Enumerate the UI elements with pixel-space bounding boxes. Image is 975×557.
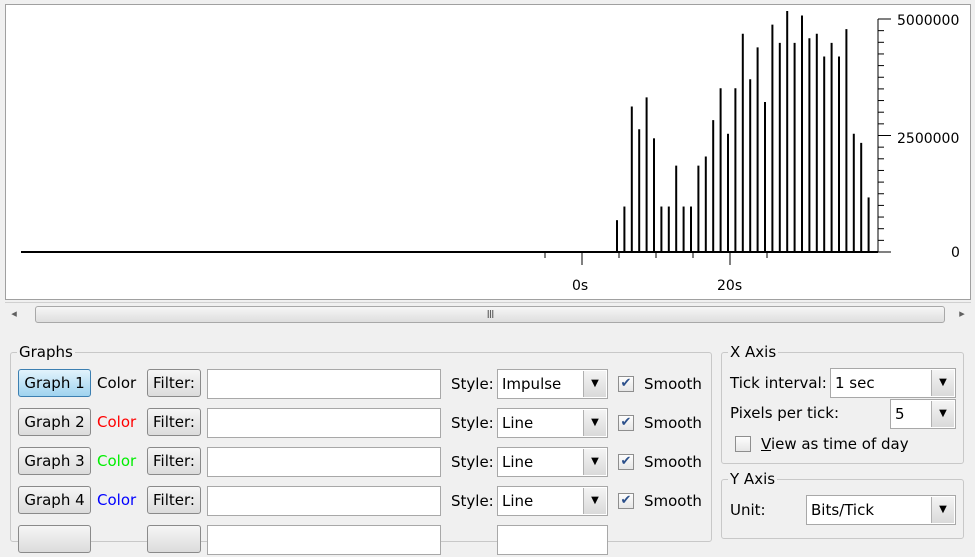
y-axis-ticks [878, 18, 891, 253]
graph-1-filter-input[interactable] [207, 369, 441, 399]
y-tick-label-2500000: 2500000 [897, 131, 959, 147]
graph-4-style-select[interactable]: Line ▼ [497, 486, 608, 516]
graph-2-filter-input[interactable] [207, 408, 441, 438]
x-axis-group-title: X Axis [728, 342, 779, 362]
graph-3-color-label[interactable]: Color [97, 450, 136, 472]
x-tick-label-20s: 20s [717, 278, 742, 294]
graphs-group: Graphs Graph 1 Color Filter: Style: Impu… [10, 342, 712, 555]
graph-2-smooth-checkbox[interactable]: ✔ [618, 415, 634, 431]
graph-1-button[interactable]: Graph 1 [18, 369, 91, 397]
y-axis-group-title: Y Axis [728, 469, 778, 489]
graph-1-smooth-label[interactable]: Smooth [644, 373, 702, 395]
graph-4-smooth-checkbox[interactable]: ✔ [618, 493, 634, 509]
graph-plot-area[interactable]: 5000000 2500000 0 0s 20s [5, 4, 971, 300]
x-axis-group: X Axis Tick interval: 1 sec ▼ Pixels per… [721, 342, 964, 464]
x-tick-label-0s: 0s [572, 278, 588, 294]
graph-4-color-label[interactable]: Color [97, 489, 136, 511]
graph-1-filter-button[interactable]: Filter: [147, 369, 201, 397]
graph-3-filter-input[interactable] [207, 447, 441, 477]
unit-select[interactable]: Bits/Tick ▼ [806, 495, 956, 525]
graph-4-filter-button[interactable]: Filter: [147, 486, 201, 514]
graph-2-smooth-label[interactable]: Smooth [644, 412, 702, 434]
graph-4-style-value: Line [502, 492, 534, 510]
tick-interval-select[interactable]: 1 sec ▼ [830, 368, 956, 398]
graph-2-style-select[interactable]: Line ▼ [497, 408, 608, 438]
impulse-series [616, 10, 870, 252]
dropdown-arrow-icon[interactable]: ▼ [931, 401, 954, 427]
dropdown-arrow-icon[interactable]: ▼ [583, 488, 606, 514]
pixels-per-tick-select[interactable]: 5 ▼ [890, 399, 956, 429]
graph-4-filter-input[interactable] [207, 486, 441, 516]
scroll-right-arrow-icon[interactable]: ▸ [953, 303, 971, 325]
graph-3-filter-button[interactable]: Filter: [147, 447, 201, 475]
graph-3-style-value: Line [502, 453, 534, 471]
scrollbar-thumb[interactable]: III [35, 306, 945, 323]
tick-interval-value: 1 sec [835, 374, 875, 392]
graph-3-smooth-checkbox[interactable]: ✔ [618, 454, 634, 470]
graph-1-style-value: Impulse [502, 375, 562, 393]
graph-plot: 5000000 2500000 0 0s 20s [21, 10, 960, 294]
graph-2-button[interactable]: Graph 2 [18, 408, 91, 436]
graph-3-smooth-label[interactable]: Smooth [644, 451, 702, 473]
horizontal-scrollbar[interactable]: ◂ III ▸ [5, 302, 971, 325]
dropdown-arrow-icon[interactable]: ▼ [583, 371, 606, 397]
view-time-of-day-checkbox[interactable] [735, 436, 751, 452]
tick-interval-label: Tick interval: [730, 374, 827, 392]
pixels-per-tick-value: 5 [895, 405, 905, 423]
graph-5-filter-button[interactable] [147, 525, 201, 553]
graph-4-style-label: Style: [451, 492, 494, 510]
graph-3-style-label: Style: [451, 453, 494, 471]
scroll-left-arrow-icon[interactable]: ◂ [5, 303, 23, 325]
graph-2-style-value: Line [502, 414, 534, 432]
graph-5-style-select[interactable] [497, 525, 608, 555]
dropdown-arrow-icon[interactable]: ▼ [583, 410, 606, 436]
unit-value: Bits/Tick [811, 501, 875, 519]
graph-1-style-select[interactable]: Impulse ▼ [497, 369, 608, 399]
graphs-group-title: Graphs [17, 342, 75, 362]
graph-4-button[interactable]: Graph 4 [18, 486, 91, 514]
graph-2-color-label[interactable]: Color [97, 411, 136, 433]
graph-5-filter-input[interactable] [207, 525, 441, 555]
graph-1-smooth-checkbox[interactable]: ✔ [618, 376, 634, 392]
graph-2-filter-button[interactable]: Filter: [147, 408, 201, 436]
y-tick-label-5000000: 5000000 [897, 13, 959, 29]
graph-2-style-label: Style: [451, 414, 494, 432]
y-tick-label-0: 0 [951, 245, 960, 261]
graph-1-style-label: Style: [451, 375, 494, 393]
graph-3-button[interactable]: Graph 3 [18, 447, 91, 475]
y-axis-group: Y Axis Unit: Bits/Tick ▼ [721, 469, 964, 539]
pixels-per-tick-label: Pixels per tick: [730, 404, 839, 422]
dropdown-arrow-icon[interactable]: ▼ [583, 449, 606, 475]
graph-1-color-label[interactable]: Color [97, 372, 136, 394]
unit-label: Unit: [730, 501, 766, 519]
graph-4-smooth-label[interactable]: Smooth [644, 490, 702, 512]
dropdown-arrow-icon[interactable]: ▼ [931, 370, 954, 396]
graph-5-button[interactable] [18, 525, 91, 553]
graph-3-style-select[interactable]: Line ▼ [497, 447, 608, 477]
view-time-of-day-label[interactable]: View as time of day [761, 433, 909, 455]
scrollbar-grip-icon: III [486, 308, 495, 321]
dropdown-arrow-icon[interactable]: ▼ [931, 497, 954, 523]
